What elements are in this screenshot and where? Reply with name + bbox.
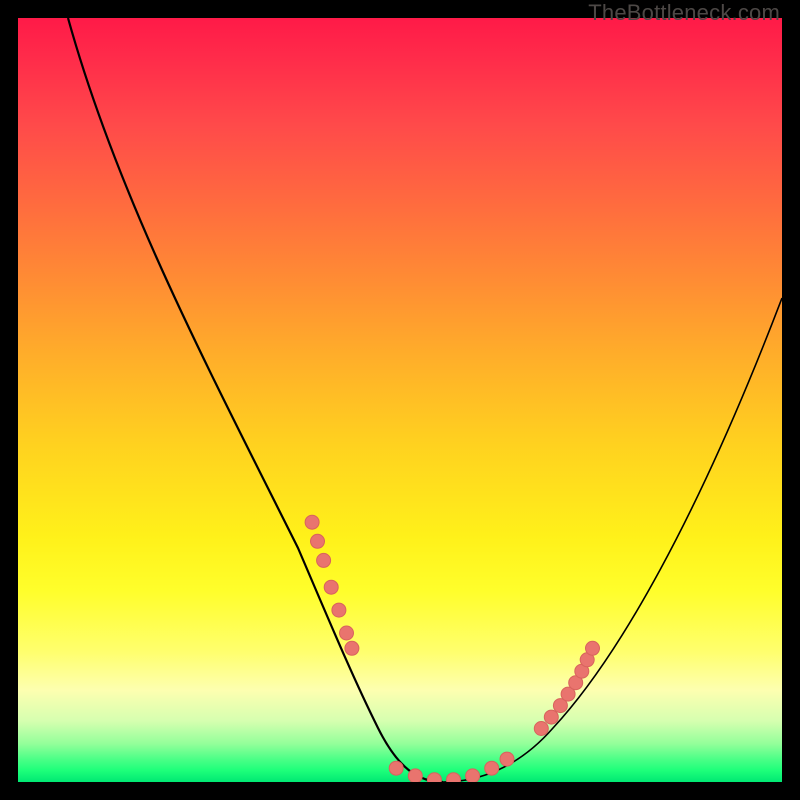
data-marker — [485, 761, 499, 775]
marker-group — [305, 515, 599, 782]
data-marker — [500, 752, 514, 766]
data-marker — [408, 769, 422, 782]
data-marker — [466, 769, 480, 782]
curve-layer — [18, 18, 782, 782]
data-marker — [345, 641, 359, 655]
chart-frame: TheBottleneck.com — [0, 0, 800, 800]
data-marker — [317, 553, 331, 567]
data-marker — [586, 641, 600, 655]
plot-area — [18, 18, 782, 782]
bottleneck-curve — [68, 18, 782, 782]
data-marker — [340, 626, 354, 640]
data-marker — [544, 710, 558, 724]
data-marker — [534, 722, 548, 736]
data-marker — [447, 773, 461, 782]
data-marker — [305, 515, 319, 529]
attribution-text: TheBottleneck.com — [588, 0, 780, 26]
data-marker — [427, 773, 441, 782]
data-marker — [311, 534, 325, 548]
data-marker — [332, 603, 346, 617]
data-marker — [324, 580, 338, 594]
right-curve-path — [443, 298, 782, 782]
left-curve-path — [68, 18, 443, 782]
data-marker — [389, 761, 403, 775]
